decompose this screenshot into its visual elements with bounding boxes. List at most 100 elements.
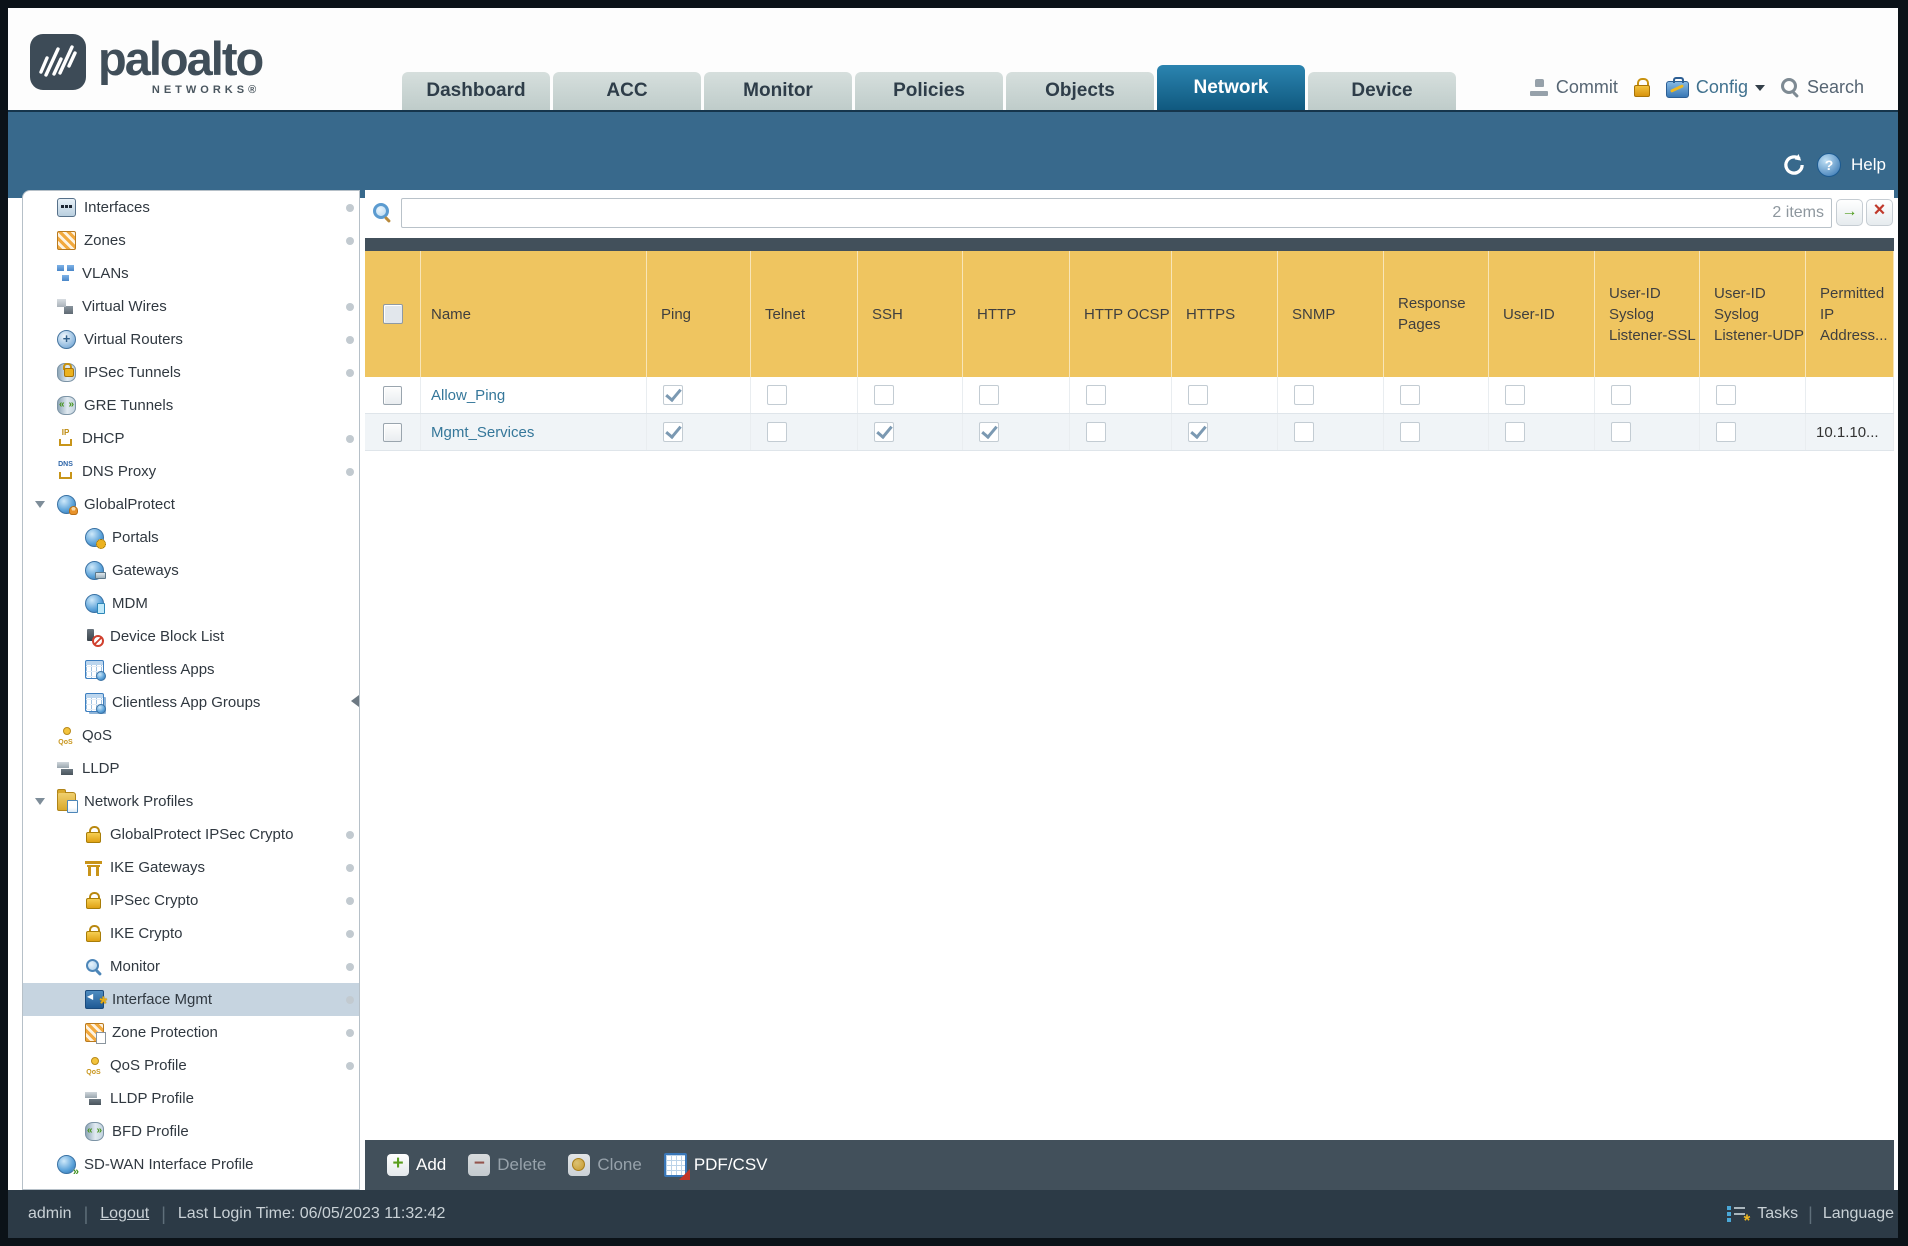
item-options-dot[interactable] — [346, 1028, 354, 1037]
sidebar-item-globalprotect-ipsec-crypto[interactable]: GlobalProtect IPSec Crypto — [23, 818, 359, 851]
unchecked-checkbox-icon — [1400, 422, 1420, 442]
sidebar-item-interface-mgmt[interactable]: Interface Mgmt — [23, 983, 359, 1016]
item-options-dot[interactable] — [346, 335, 354, 344]
item-options-dot[interactable] — [346, 236, 354, 245]
tab-objects[interactable]: Objects — [1006, 72, 1154, 110]
column-header-https[interactable]: HTTPS — [1172, 251, 1278, 377]
expanded-caret-icon[interactable] — [35, 798, 45, 805]
row-checkbox[interactable] — [383, 422, 402, 442]
profile-name-link[interactable]: Allow_Ping — [431, 387, 505, 404]
refresh-icon[interactable] — [1781, 152, 1807, 178]
sidebar-item-bfd-profile[interactable]: BFD Profile — [23, 1115, 359, 1148]
sidebar-item-clientless-app-groups[interactable]: Clientless App Groups — [23, 686, 359, 719]
add-button[interactable]: Add — [387, 1154, 446, 1176]
sidebar-item-globalprotect[interactable]: GlobalProtect — [23, 488, 359, 521]
language-link[interactable]: Language — [1823, 1205, 1894, 1223]
item-options-dot[interactable] — [346, 962, 354, 971]
clone-button[interactable]: Clone — [568, 1154, 642, 1176]
sidebar-item-sd-wan-interface-profile[interactable]: SD-WAN Interface Profile — [23, 1148, 359, 1181]
item-options-dot[interactable] — [346, 203, 354, 212]
column-header-response-pages[interactable]: Response Pages — [1384, 251, 1489, 377]
item-options-dot[interactable] — [346, 896, 354, 905]
delete-button[interactable]: Delete — [468, 1154, 546, 1176]
sidebar-item-dns-proxy[interactable]: DNS Proxy — [23, 455, 359, 488]
item-options-dot[interactable] — [346, 302, 354, 311]
unchecked-checkbox-icon — [767, 385, 787, 405]
item-options-dot[interactable] — [346, 434, 354, 443]
sidebar-item-ike-gateways[interactable]: IKE Gateways — [23, 851, 359, 884]
sidebar-item-vlans[interactable]: VLANs — [23, 257, 359, 290]
sidebar-item-ike-crypto[interactable]: IKE Crypto — [23, 917, 359, 950]
sidebar-item-clientless-apps[interactable]: Clientless Apps — [23, 653, 359, 686]
sidebar-item-monitor[interactable]: Monitor — [23, 950, 359, 983]
item-options-dot[interactable] — [346, 863, 354, 872]
sidebar-item-portals[interactable]: Portals — [23, 521, 359, 554]
lock-icon[interactable] — [1633, 78, 1650, 97]
sidebar-item-zones[interactable]: Zones — [23, 224, 359, 257]
tab-dashboard[interactable]: Dashboard — [402, 72, 550, 110]
tab-acc[interactable]: ACC — [553, 72, 701, 110]
column-header-ping[interactable]: Ping — [647, 251, 751, 377]
sidebar-item-lldp[interactable]: LLDP — [23, 752, 359, 785]
column-header-label: SSH — [872, 305, 903, 323]
sidebar-item-interfaces[interactable]: Interfaces — [23, 191, 359, 224]
unchecked-checkbox-icon — [1294, 385, 1314, 405]
sidebar-item-label: IKE Gateways — [110, 859, 206, 876]
tab-policies[interactable]: Policies — [855, 72, 1003, 110]
top-header: paloalto NETWORKS® Dashboard ACC Monitor Po… — [8, 8, 1898, 112]
sidebar-item-lldp-profile[interactable]: LLDP Profile — [23, 1082, 359, 1115]
clear-filter-button[interactable] — [1866, 199, 1893, 226]
column-header-label: User-ID Syslog Listener-SSL — [1609, 284, 1696, 344]
item-options-dot[interactable] — [346, 929, 354, 938]
apply-filter-button[interactable] — [1836, 199, 1863, 226]
sidebar-item-dhcp[interactable]: DHCP — [23, 422, 359, 455]
sidebar-item-gateways[interactable]: Gateways — [23, 554, 359, 587]
sidebar-item-ipsec-tunnels[interactable]: IPSec Tunnels — [23, 356, 359, 389]
column-header-user-id[interactable]: User-ID — [1489, 251, 1595, 377]
column-header-ssh[interactable]: SSH — [858, 251, 963, 377]
sidebar-item-qos-profile[interactable]: QoS Profile — [23, 1049, 359, 1082]
help-label[interactable]: Help — [1851, 155, 1886, 175]
select-all-checkbox[interactable] — [382, 304, 403, 324]
item-options-dot[interactable] — [346, 1061, 354, 1070]
sidebar-item-gre-tunnels[interactable]: GRE Tunnels — [23, 389, 359, 422]
sidebar-collapse-arrow-icon[interactable] — [351, 695, 359, 707]
sidebar-item-mdm[interactable]: MDM — [23, 587, 359, 620]
logout-link[interactable]: Logout — [100, 1205, 149, 1223]
column-header-http[interactable]: HTTP — [963, 251, 1070, 377]
sidebar-item-qos[interactable]: QoS — [23, 719, 359, 752]
global-search-button[interactable]: Search — [1780, 77, 1864, 98]
column-header-snmp[interactable]: SNMP — [1278, 251, 1384, 377]
profile-name-link[interactable]: Mgmt_Services — [431, 424, 534, 441]
globalprotect-icon — [57, 495, 78, 515]
sidebar-item-ipsec-crypto[interactable]: IPSec Crypto — [23, 884, 359, 917]
config-menu-button[interactable]: Config — [1665, 77, 1765, 98]
item-options-dot[interactable] — [346, 368, 354, 377]
sidebar-item-network-profiles[interactable]: Network Profiles — [23, 785, 359, 818]
tasks-link[interactable]: Tasks — [1757, 1205, 1798, 1223]
item-options-dot[interactable] — [346, 995, 354, 1004]
item-options-dot[interactable] — [346, 467, 354, 476]
column-header-user-id-syslog-listener-ssl[interactable]: User-ID Syslog Listener-SSL — [1595, 251, 1700, 377]
sidebar-item-device-block-list[interactable]: Device Block List — [23, 620, 359, 653]
column-header-name[interactable]: Name — [421, 251, 647, 377]
column-header-user-id-syslog-listener-udp[interactable]: User-ID Syslog Listener-UDP — [1700, 251, 1806, 377]
column-header-permitted-ip-address[interactable]: Permitted IP Address... — [1806, 251, 1894, 377]
item-options-dot[interactable] — [346, 830, 354, 839]
sidebar-item-zone-protection[interactable]: Zone Protection — [23, 1016, 359, 1049]
pdf-csv-button[interactable]: PDF/CSV — [663, 1153, 768, 1180]
commit-button[interactable]: Commit — [1529, 77, 1618, 98]
row-checkbox[interactable] — [383, 385, 402, 405]
sidebar-item-virtual-wires[interactable]: Virtual Wires — [23, 290, 359, 323]
column-header-telnet[interactable]: Telnet — [751, 251, 858, 377]
service-cell-http-ocsp — [1070, 414, 1172, 450]
expanded-caret-icon[interactable] — [35, 501, 45, 508]
tab-network[interactable]: Network — [1157, 65, 1305, 110]
tab-monitor[interactable]: Monitor — [704, 72, 852, 110]
sidebar-item-virtual-routers[interactable]: Virtual Routers — [23, 323, 359, 356]
tab-device[interactable]: Device — [1308, 72, 1456, 110]
column-header-http-ocsp[interactable]: HTTP OCSP — [1070, 251, 1172, 377]
help-icon[interactable] — [1817, 153, 1842, 177]
unchecked-checkbox-icon — [1611, 422, 1631, 442]
filter-input[interactable] — [401, 198, 1832, 228]
